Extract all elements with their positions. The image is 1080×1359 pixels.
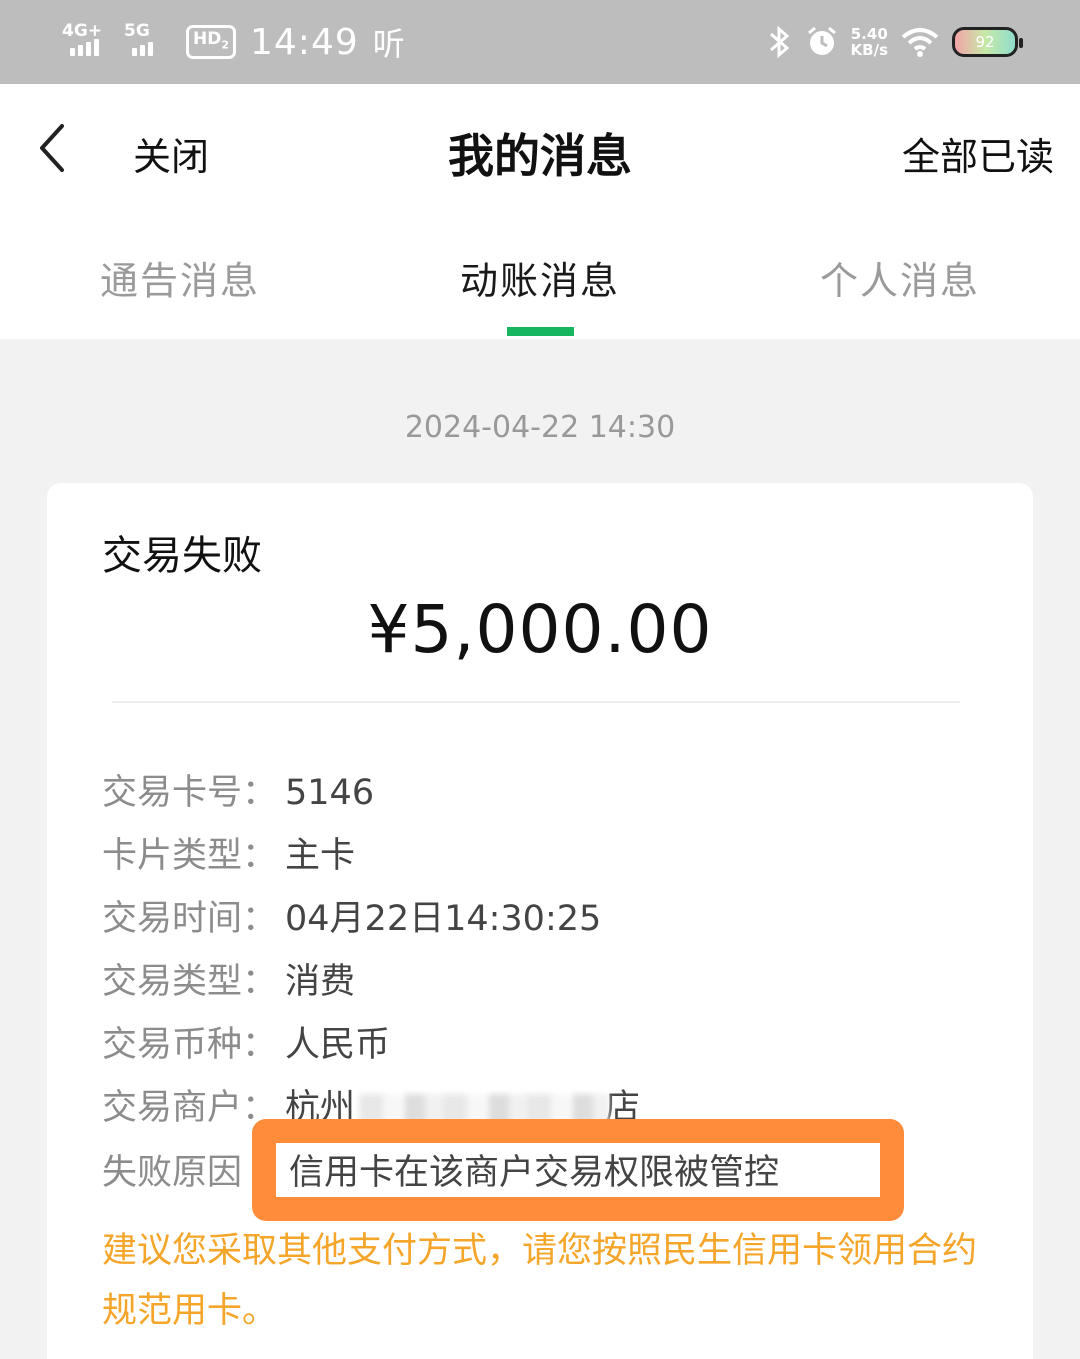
- field-label: 失败原因: [102, 1153, 243, 1193]
- failure-reason-value: 信用卡在该商户交易权限被管控: [289, 1153, 780, 1193]
- message-title: 交易失败: [102, 533, 262, 579]
- field-value: 5146: [285, 773, 375, 813]
- field-value: 04月22日14:30:25: [285, 899, 602, 939]
- field-transaction-type: 交易类型： 消费: [102, 957, 355, 1007]
- field-label: 卡片类型：: [102, 836, 278, 876]
- message-card[interactable]: 交易失败 ¥5,000.00 交易卡号： 5146 卡片类型： 主卡 交易时间： 04…: [47, 483, 1033, 1359]
- network-type-1: 4G+: [62, 21, 103, 41]
- wifi-icon: [901, 28, 939, 57]
- field-card-number: 交易卡号： 5146: [102, 768, 374, 818]
- field-value: 消费: [285, 962, 356, 1002]
- field-transaction-time: 交易时间： 04月22日14:30:25: [102, 894, 601, 944]
- field-label: 交易币种：: [102, 1025, 278, 1065]
- advice-text: 建议您采取其他支付方式，请您按照民生信用卡领用合约规范用卡。: [102, 1231, 978, 1331]
- signal-5g-icon: 5G: [124, 22, 172, 62]
- status-left: 4G+ 5G HD2 14:49 听: [62, 18, 405, 66]
- alarm-icon: [807, 26, 836, 55]
- battery-icon: 92: [952, 27, 1023, 57]
- field-label: 交易商户：: [102, 1088, 278, 1128]
- tab-announcements[interactable]: 通告消息: [0, 250, 360, 305]
- network-type-2: 5G: [124, 21, 150, 41]
- clock: 14:49: [250, 21, 359, 63]
- field-value: 人民币: [285, 1025, 391, 1065]
- field-value: 主卡: [285, 836, 356, 876]
- divider: [112, 701, 960, 703]
- top-nav: 关闭 我的消息 全部已读 通告消息 动账消息 个人消息: [0, 84, 1080, 339]
- status-right: 5.40 KB/s 92: [767, 18, 1023, 66]
- bluetooth-icon: [769, 25, 789, 59]
- listen-icon: 听: [372, 25, 405, 63]
- status-bar: 4G+ 5G HD2 14:49 听 5.40 KB/s 92: [0, 0, 1080, 84]
- field-label: 交易卡号：: [102, 773, 278, 813]
- signal-4g-icon: 4G+: [62, 22, 110, 62]
- field-label: 交易类型：: [102, 962, 278, 1002]
- tab-account-activity[interactable]: 动账消息: [360, 250, 720, 305]
- active-tab-indicator: [507, 327, 574, 336]
- field-label: 交易时间：: [102, 899, 278, 939]
- hd-voice-icon: HD2: [186, 24, 236, 60]
- field-currency: 交易币种： 人民币: [102, 1020, 390, 1070]
- network-speed: 5.40 KB/s: [850, 25, 888, 59]
- field-failure-reason: 失败原因: [102, 1148, 242, 1198]
- transaction-amount: ¥5,000.00: [367, 591, 713, 668]
- message-timestamp: 2024-04-22 14:30: [404, 410, 676, 445]
- mark-all-read-button[interactable]: 全部已读: [902, 126, 1054, 181]
- field-card-type: 卡片类型： 主卡: [102, 831, 355, 881]
- tab-personal[interactable]: 个人消息: [720, 250, 1080, 305]
